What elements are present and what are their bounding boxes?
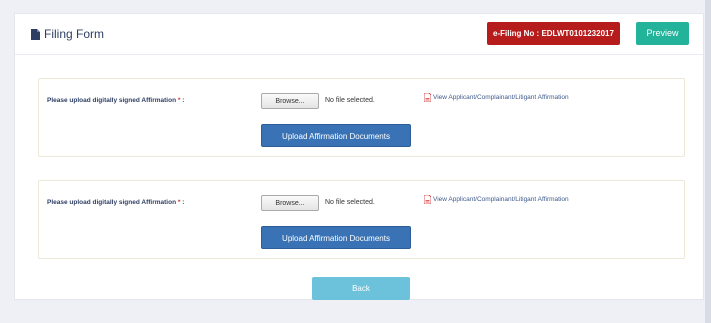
page-title: Filing Form xyxy=(31,27,104,41)
browse-button[interactable]: Browse... xyxy=(261,195,319,211)
filing-form-panel: Filing Form e-Filing No : EDLWT010123201… xyxy=(14,13,704,300)
label-suffix: : xyxy=(180,199,185,206)
panel-header: Filing Form e-Filing No : EDLWT010123201… xyxy=(15,14,703,55)
back-button[interactable]: Back xyxy=(312,277,410,300)
upload-label: Please upload digitally signed Affirmati… xyxy=(47,97,184,104)
view-link-text[interactable]: View Applicant/Complainant/Litigant Affi… xyxy=(433,196,569,203)
label-suffix: : xyxy=(180,97,185,104)
upload-label-text: Please upload digitally signed Affirmati… xyxy=(47,199,177,206)
upload-section-2: Please upload digitally signed Affirmati… xyxy=(38,180,685,259)
file-status: No file selected. xyxy=(325,199,375,206)
upload-affirmation-button[interactable]: Upload Affirmation Documents xyxy=(261,124,411,147)
browse-button[interactable]: Browse... xyxy=(261,93,319,109)
file-icon xyxy=(31,28,40,40)
page-title-text: Filing Form xyxy=(44,27,105,41)
upload-label-text: Please upload digitally signed Affirmati… xyxy=(47,97,177,104)
upload-label: Please upload digitally signed Affirmati… xyxy=(47,199,184,206)
view-link-text[interactable]: View Applicant/Complainant/Litigant Affi… xyxy=(433,94,569,101)
efiling-number-badge: e-Filing No : EDLWT0101232017 xyxy=(487,22,620,45)
upload-affirmation-button[interactable]: Upload Affirmation Documents xyxy=(261,226,411,249)
pdf-icon xyxy=(423,194,432,205)
view-affirmation-link[interactable]: View Applicant/Complainant/Litigant Affi… xyxy=(423,194,569,205)
pdf-icon xyxy=(423,92,432,103)
page-right-edge xyxy=(705,0,711,323)
upload-section-1: Please upload digitally signed Affirmati… xyxy=(38,78,685,157)
file-status: No file selected. xyxy=(325,97,375,104)
preview-button[interactable]: Preview xyxy=(636,22,689,45)
view-affirmation-link[interactable]: View Applicant/Complainant/Litigant Affi… xyxy=(423,92,569,103)
